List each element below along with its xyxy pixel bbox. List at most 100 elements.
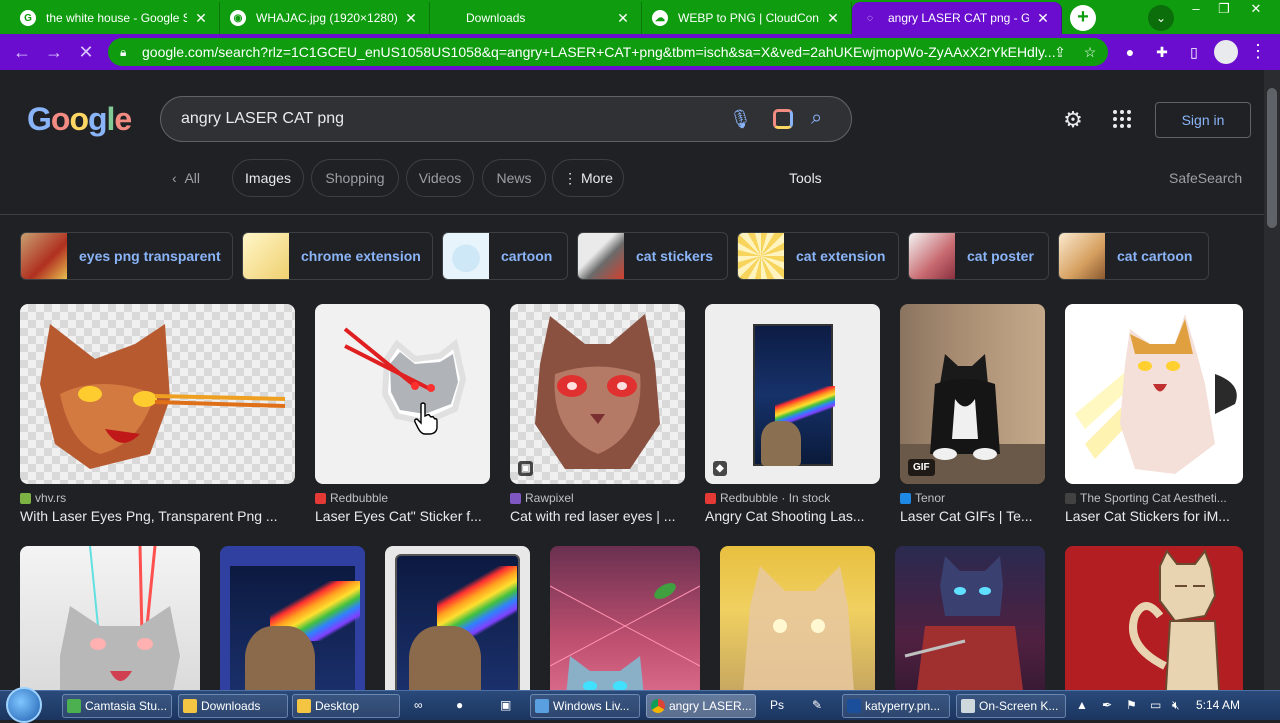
related-search-chip[interactable]: cat cartoon — [1058, 232, 1209, 280]
tools-button[interactable]: Tools — [789, 170, 822, 186]
result-title[interactable]: Angry Cat Shooting Las... — [705, 508, 880, 524]
image-result[interactable] — [720, 546, 875, 690]
bookmark-star-icon[interactable]: ☆ — [1080, 42, 1100, 62]
filter-videos[interactable]: Videos — [406, 159, 474, 197]
search-input[interactable]: angry LASER CAT png — [181, 110, 344, 128]
image-result[interactable]: ◆ Redbubble · In stock Angry Cat Shootin… — [705, 304, 880, 524]
result-image[interactable] — [1065, 546, 1243, 690]
taskbar-item-katyperry[interactable]: katyperry.pn... — [842, 694, 950, 718]
search-box[interactable]: angry LASER CAT png 🎙︎ ⌕ — [160, 96, 852, 142]
browser-tab[interactable]: ◉ WHAJAC.jpg (1920×1280) ✕ — [220, 2, 430, 34]
network-icon[interactable]: ▭ — [1150, 698, 1161, 712]
sign-in-button[interactable]: Sign in — [1155, 102, 1251, 138]
browser-tab[interactable]: Downloads ✕ — [430, 2, 642, 34]
gear-icon[interactable]: ⚙ — [1060, 107, 1086, 133]
microphone-icon[interactable]: 🎙︎ — [729, 109, 752, 130]
taskbar-item-onscreen-keyboard[interactable]: On-Screen K... — [956, 694, 1066, 718]
result-image[interactable] — [1065, 304, 1243, 484]
search-icon[interactable]: ⌕ — [811, 107, 822, 130]
image-result[interactable]: GIF Tenor Laser Cat GIFs | Te... — [900, 304, 1045, 524]
result-image[interactable] — [20, 304, 295, 484]
close-icon[interactable]: ✕ — [825, 10, 841, 27]
result-image[interactable] — [220, 546, 365, 690]
scrollbar-thumb[interactable] — [1267, 88, 1277, 228]
extension-icon[interactable]: ● — [1120, 42, 1140, 62]
filter-all[interactable]: ‹ All — [172, 159, 200, 197]
photoshop-icon[interactable]: Ps — [770, 698, 784, 712]
image-result[interactable] — [550, 546, 700, 690]
taskbar-item-windows-live[interactable]: Windows Liv... — [530, 694, 640, 718]
link-icon[interactable]: ∞ — [414, 698, 423, 712]
apps-grid-icon[interactable] — [1113, 110, 1131, 128]
profile-avatar[interactable] — [1214, 40, 1238, 64]
image-result[interactable]: ▣ Rawpixel Cat with red laser eyes | ... — [510, 304, 685, 524]
start-button[interactable] — [6, 687, 42, 723]
pen-icon[interactable]: ✒ — [1102, 698, 1112, 712]
close-icon[interactable]: ✕ — [403, 10, 419, 27]
google-logo[interactable]: Google — [27, 101, 132, 138]
close-icon[interactable]: ✕ — [1035, 10, 1051, 27]
close-icon[interactable]: ✕ — [615, 10, 631, 27]
filter-news[interactable]: News — [482, 159, 546, 197]
minimize-button[interactable]: – — [1182, 0, 1210, 20]
result-title[interactable]: Cat with red laser eyes | ... — [510, 508, 685, 524]
taskbar-clock[interactable]: 5:14 AM — [1196, 698, 1240, 712]
result-image[interactable]: GIF — [900, 304, 1045, 484]
google-lens-icon[interactable] — [773, 109, 793, 129]
result-title[interactable]: Laser Cat GIFs | Te... — [900, 508, 1045, 524]
image-result[interactable]: The Sporting Cat Aestheti... Laser Cat S… — [1065, 304, 1243, 524]
taskbar-item-downloads[interactable]: Downloads — [178, 694, 288, 718]
result-image[interactable]: ◆ — [705, 304, 880, 484]
image-result[interactable] — [1065, 546, 1243, 690]
chevron-up-icon[interactable]: ▲ — [1076, 698, 1088, 712]
taskbar-item-chrome[interactable]: angry LASER... — [646, 694, 756, 718]
taskbar-item-camtasia[interactable]: Camtasia Stu... — [62, 694, 172, 718]
result-image[interactable] — [550, 546, 700, 690]
related-search-chip[interactable]: eyes png transparent — [20, 232, 233, 280]
taskbar-item-desktop[interactable]: Desktop — [292, 694, 400, 718]
result-title[interactable]: With Laser Eyes Png, Transparent Png ... — [20, 508, 295, 524]
result-image[interactable]: ▣ — [510, 304, 685, 484]
browser-tab-active[interactable]: ◌ angry LASER CAT png - Goo ✕ — [852, 2, 1062, 34]
extensions-puzzle-icon[interactable]: ✚ — [1152, 42, 1172, 62]
window-close-button[interactable]: ✕ — [1242, 0, 1270, 20]
tab-search-button[interactable]: ⌄ — [1148, 5, 1174, 31]
filter-more[interactable]: ⋮ More — [552, 159, 624, 197]
flag-icon[interactable]: ⚑ — [1126, 698, 1137, 712]
related-search-chip[interactable]: cartoon — [442, 232, 568, 280]
browser-tab[interactable]: G the white house - Google S ✕ — [10, 2, 220, 34]
image-result[interactable]: Redbubble Laser Eyes Cat" Sticker f... — [315, 304, 490, 524]
new-tab-button[interactable]: + — [1070, 5, 1096, 31]
share-icon[interactable]: ⇪ — [1050, 42, 1070, 62]
result-title[interactable]: Laser Eyes Cat" Sticker f... — [315, 508, 490, 524]
maximize-button[interactable]: ❐ — [1210, 0, 1238, 20]
app-icon[interactable]: ▣ — [500, 698, 511, 712]
result-image[interactable] — [385, 546, 530, 690]
firefox-icon[interactable]: ● — [456, 698, 463, 712]
side-panel-icon[interactable]: ▯ — [1184, 42, 1204, 62]
address-bar[interactable]: 🔒︎ google.com/search?rlz=1C1GCEU_enUS105… — [108, 38, 1108, 66]
result-image[interactable] — [315, 304, 490, 484]
filter-shopping[interactable]: Shopping — [311, 159, 399, 197]
lock-icon[interactable]: 🔒︎ — [120, 38, 126, 66]
related-search-chip[interactable]: cat extension — [737, 232, 899, 280]
result-image[interactable] — [895, 546, 1045, 690]
result-title[interactable]: Laser Cat Stickers for iM... — [1065, 508, 1243, 524]
safesearch-button[interactable]: SafeSearch — [1169, 170, 1242, 186]
volume-muted-icon[interactable]: 🔇︎ — [1172, 698, 1180, 713]
result-image[interactable] — [720, 546, 875, 690]
close-icon[interactable]: ✕ — [193, 10, 209, 27]
browser-menu-icon[interactable]: ⋮ — [1246, 40, 1270, 64]
related-search-chip[interactable]: chrome extension — [242, 232, 433, 280]
paint-icon[interactable]: ✎ — [812, 698, 822, 712]
image-result[interactable] — [220, 546, 365, 690]
image-result[interactable] — [895, 546, 1045, 690]
result-image[interactable] — [20, 546, 200, 690]
filter-images[interactable]: Images — [232, 159, 304, 197]
forward-button[interactable]: → — [42, 40, 66, 64]
image-result[interactable]: vhv.rs With Laser Eyes Png, Transparent … — [20, 304, 295, 524]
browser-tab[interactable]: ☁ WEBP to PNG | CloudConve ✕ — [642, 2, 852, 34]
back-button[interactable]: ← — [10, 40, 34, 64]
stop-loading-button[interactable]: ✕ — [74, 40, 98, 64]
image-result[interactable] — [385, 546, 530, 690]
